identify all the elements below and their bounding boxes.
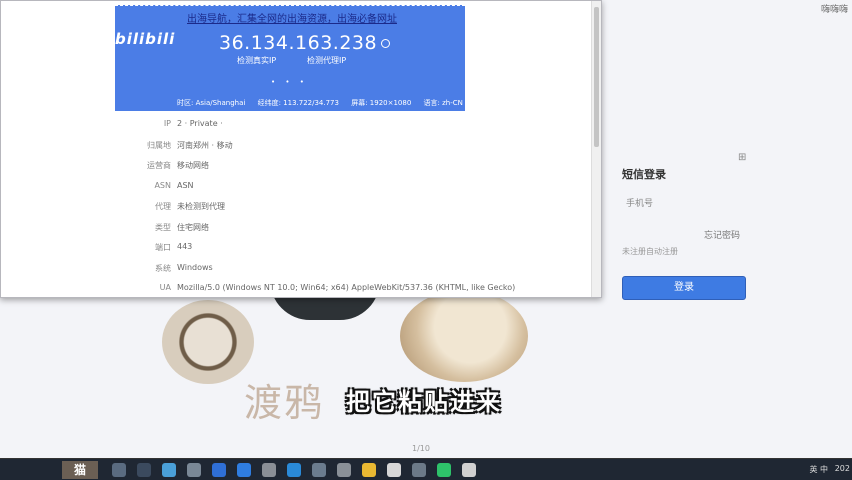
copy-icon[interactable] xyxy=(381,39,391,48)
row-value: 未检测到代理 xyxy=(177,202,225,211)
game-icon[interactable] xyxy=(412,463,426,477)
login-button[interactable]: 登录 xyxy=(622,276,746,300)
raven-logo: 渡鸦 xyxy=(244,381,325,425)
clock[interactable]: 202 xyxy=(835,464,850,473)
table-row: UA Mozilla/5.0 (Windows NT 10.0; Win64; x… xyxy=(111,277,591,297)
table-row: 运营商 移动网络 xyxy=(111,154,591,175)
media-icon[interactable] xyxy=(187,463,201,477)
row-value: 住宅网络 xyxy=(177,222,209,232)
login-title: 短信登录 xyxy=(622,168,666,181)
row-value: 443 xyxy=(177,242,193,251)
hero-info-line: 时区: Asia/Shanghai 经纬度: 113.722/34.773 屏幕… xyxy=(177,98,473,108)
row-key: 归属地 xyxy=(147,140,171,150)
forgot-password-link[interactable]: 忘记密码 xyxy=(704,228,740,241)
browser-icon[interactable] xyxy=(237,463,251,477)
row-key: 端口 xyxy=(155,243,171,252)
login-panel: ⊞ 短信登录 手机号 忘记密码 未注册自动注册 登录 xyxy=(604,0,852,458)
check-proxy-ip-button[interactable]: 检测代理IP xyxy=(307,55,346,66)
camera-icon[interactable] xyxy=(462,463,476,477)
file-explorer-icon[interactable] xyxy=(112,463,126,477)
table-row: 系统 Windows xyxy=(111,257,591,278)
row-key: 类型 xyxy=(155,222,171,232)
row-value: 河南郑州 · 移动 xyxy=(177,140,233,150)
wechat-icon[interactable] xyxy=(437,463,451,477)
phone-field[interactable]: 手机号 xyxy=(626,196,653,209)
table-row: 代理 未检测到代理 xyxy=(111,195,591,216)
mail-icon[interactable] xyxy=(212,463,226,477)
start-button[interactable]: 猫 xyxy=(62,461,98,479)
note-icon[interactable] xyxy=(387,463,401,477)
table-row: IP 2 · Private · xyxy=(111,113,591,134)
ip-address: 36.134.163.238 xyxy=(219,32,391,54)
table-row: 归属地 河南郑州 · 移动 xyxy=(111,134,591,155)
row-key: 运营商 xyxy=(147,161,171,170)
video-subtitle: 把它粘贴进来 xyxy=(346,388,502,416)
edge-icon[interactable] xyxy=(287,463,301,477)
table-row: 类型 住宅网络 xyxy=(111,216,591,237)
bowl-image xyxy=(162,300,254,384)
row-key: 代理 xyxy=(155,202,171,211)
taskbar: 猫 英 中 202 xyxy=(0,458,852,480)
row-value: Mozilla/5.0 (Windows NT 10.0; Win64; x64… xyxy=(177,283,516,292)
row-key: UA xyxy=(159,283,171,292)
food-image xyxy=(400,290,528,382)
ip-check-window: 出海导航，汇集全网的出海资源，出海必备网址 bilibili 36.134.16… xyxy=(0,0,602,298)
ip-hero-banner: 出海导航，汇集全网的出海资源，出海必备网址 bilibili 36.134.16… xyxy=(115,5,465,111)
ip-value: 36.134.163.238 xyxy=(219,32,378,54)
settings-icon[interactable] xyxy=(262,463,276,477)
row-value: 2 · Private · xyxy=(177,119,223,128)
eye-icon[interactable] xyxy=(337,463,351,477)
qr-code-icon[interactable]: ⊞ xyxy=(738,152,746,163)
app-icon[interactable] xyxy=(312,463,326,477)
system-tray[interactable]: 英 中 xyxy=(809,464,828,475)
login-note: 未注册自动注册 xyxy=(622,247,678,256)
row-key: IP xyxy=(163,119,171,128)
language-text: 语言: zh-CN xyxy=(423,99,463,107)
row-value: ASN xyxy=(177,180,194,190)
scrollbar-thumb[interactable] xyxy=(594,7,599,147)
photos-icon[interactable] xyxy=(162,463,176,477)
row-value: 移动网络 xyxy=(177,161,209,170)
table-row: 端口 443 xyxy=(111,236,591,257)
row-value: Windows xyxy=(177,262,213,272)
loading-dots: • • • xyxy=(271,78,308,86)
bilibili-logo: bilibili xyxy=(115,30,176,48)
row-key: 系统 xyxy=(155,263,171,273)
ip-detail-list: IP 2 · Private · 归属地 河南郑州 · 移动 运营商 移动网络 ASN… xyxy=(111,113,591,297)
page-indicator: 1/10 xyxy=(412,444,430,453)
window-scrollbar[interactable] xyxy=(591,1,601,297)
row-key: ASN xyxy=(154,180,171,190)
check-real-ip-button[interactable]: 检测真实IP xyxy=(237,55,276,66)
promo-link[interactable]: 出海导航，汇集全网的出海资源，出海必备网址 xyxy=(187,10,397,25)
table-row: ASN ASN xyxy=(111,175,591,196)
screen-text: 屏幕: 1920×1080 xyxy=(351,99,412,107)
timezone-text: 时区: Asia/Shanghai xyxy=(177,99,246,107)
chart-icon[interactable] xyxy=(137,463,151,477)
chrome-icon[interactable] xyxy=(362,463,376,477)
coordinates-text: 经纬度: 113.722/34.773 xyxy=(257,99,339,107)
